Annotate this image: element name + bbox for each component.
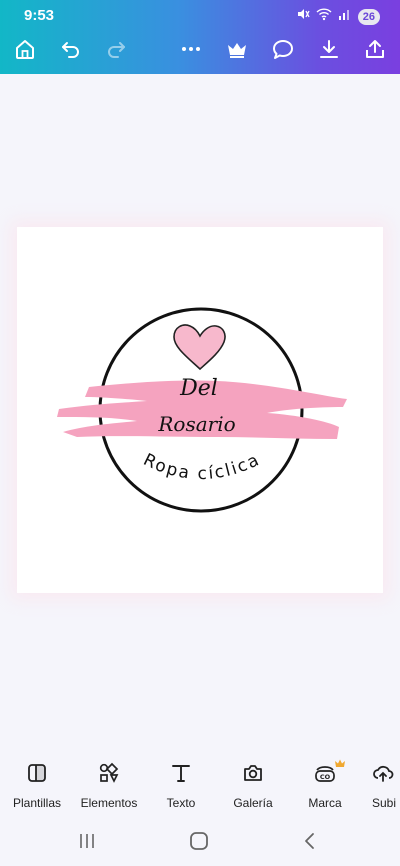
logo-subtitle: Ropa cíclica [140, 450, 264, 484]
templates-icon [28, 764, 46, 782]
redo-button[interactable] [101, 34, 131, 64]
home-nav-icon[interactable] [189, 831, 209, 851]
nav-gallery[interactable]: Galería [216, 760, 290, 810]
camera-icon [244, 765, 262, 781]
download-icon [320, 40, 338, 58]
nav-brand-label: Marca [308, 796, 342, 810]
status-bar: 9:53 26 [0, 0, 400, 30]
nav-upload[interactable]: Subi [358, 760, 400, 810]
text-icon [172, 765, 190, 782]
wifi-icon [316, 7, 332, 26]
editor-toolbar [0, 34, 400, 68]
logo-title-line2: Rosario [157, 412, 235, 436]
mute-icon [296, 7, 310, 26]
bottom-toolbar: Plantillas Elementos Texto Galería CO Ma… [0, 750, 400, 820]
undo-icon [62, 42, 79, 58]
svg-text:CO: CO [320, 773, 331, 781]
status-icons: 26 [296, 7, 380, 26]
undo-button[interactable] [56, 34, 86, 64]
nav-upload-label: Subi [372, 796, 397, 810]
nav-elements[interactable]: Elementos [72, 760, 146, 810]
redo-icon [108, 42, 125, 58]
status-time: 9:53 [24, 7, 55, 24]
more-icon [182, 47, 200, 51]
logo-design[interactable]: Del Rosario Ropa cíclica [17, 227, 383, 593]
elements-icon [99, 762, 119, 783]
home-button[interactable] [10, 34, 40, 64]
nav-templates[interactable]: Plantillas [0, 760, 74, 810]
battery-badge: 26 [357, 8, 380, 25]
share-icon [366, 40, 384, 58]
nav-text-label: Texto [166, 796, 196, 810]
system-nav-bar [0, 820, 400, 866]
top-bar: 9:53 26 [0, 0, 400, 74]
crown-icon [228, 43, 246, 58]
pro-crown-icon [335, 759, 345, 767]
home-icon [16, 40, 34, 59]
back-icon[interactable] [302, 831, 318, 851]
nav-brand[interactable]: CO Marca [288, 759, 362, 810]
nav-text[interactable]: Texto [144, 760, 218, 810]
canvas-area: Del Rosario Ropa cíclica [0, 74, 400, 750]
share-button[interactable] [360, 34, 390, 64]
pro-button[interactable] [222, 34, 252, 64]
signal-icon [338, 7, 352, 26]
nav-elements-label: Elementos [80, 796, 138, 810]
recents-icon[interactable] [78, 832, 96, 850]
logo-title-line1: Del [179, 376, 218, 401]
download-button[interactable] [314, 34, 344, 64]
comment-icon [273, 40, 293, 59]
design-page[interactable]: Del Rosario Ropa cíclica [17, 227, 383, 593]
upload-icon [373, 765, 394, 782]
heart-icon [173, 324, 226, 371]
nav-templates-label: Plantillas [12, 796, 62, 810]
comment-button[interactable] [268, 34, 298, 64]
nav-gallery-label: Galería [233, 796, 273, 810]
more-button[interactable] [176, 34, 206, 64]
